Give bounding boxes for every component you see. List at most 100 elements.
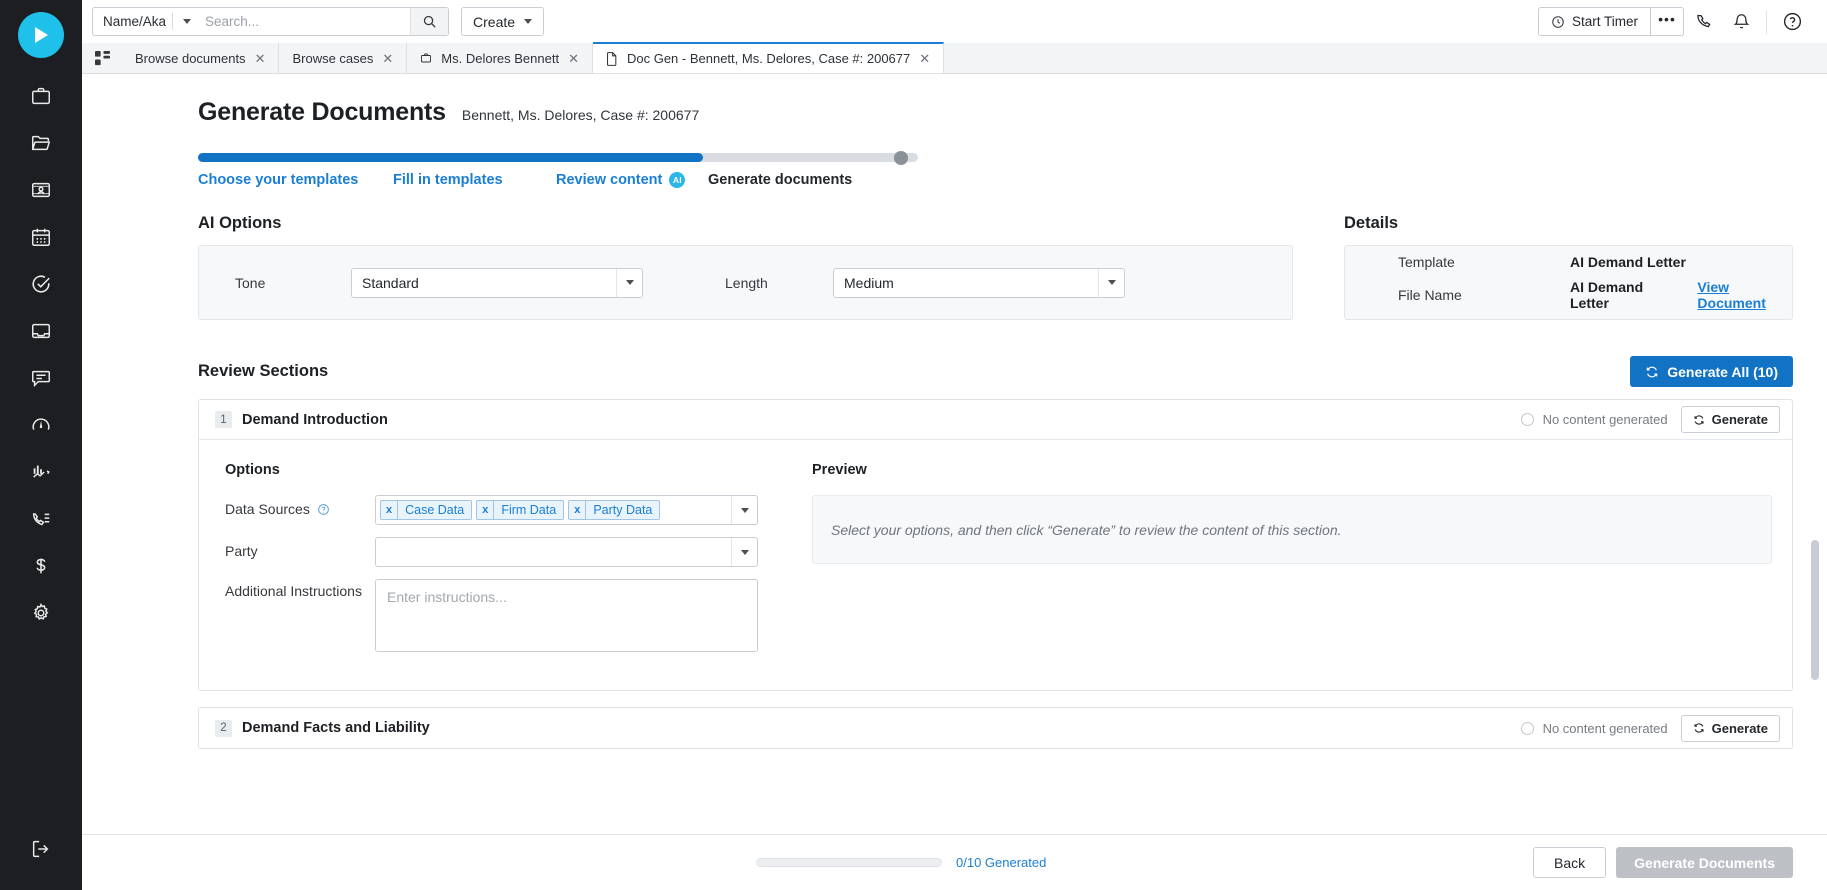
- tab-label: Ms. Delores Bennett: [441, 50, 560, 66]
- bell-icon: [1733, 14, 1749, 29]
- close-icon[interactable]: ✕: [568, 52, 579, 65]
- grid-icon: [94, 50, 110, 65]
- progress-text: 0/10 Generated: [956, 855, 1047, 870]
- details-value-file-name: AI Demand Letter View Document: [1570, 279, 1792, 311]
- data-sources-field[interactable]: x Case Data x Firm Data x Party Data: [375, 495, 758, 525]
- tab-doc-gen[interactable]: Doc Gen - Bennett, Ms. Delores, Case #: …: [592, 42, 945, 73]
- top-toolbar: Name/Aka Create Start Timer •••: [82, 0, 1827, 43]
- sidebar-item-messages[interactable]: [0, 354, 82, 401]
- status-circle-icon: [1520, 413, 1534, 426]
- app-logo[interactable]: [18, 12, 64, 58]
- generate-documents-button: Generate Documents: [1616, 847, 1793, 878]
- phone-icon: [1696, 14, 1711, 28]
- section-card-2-actions: No content generated Generate: [1520, 714, 1780, 742]
- section-preview: Preview Select your options, and then cl…: [785, 462, 1772, 664]
- section-status: No content generated: [1520, 412, 1668, 427]
- tab-delores-bennett[interactable]: Ms. Delores Bennett ✕: [407, 43, 593, 73]
- step-review-content[interactable]: Review content AI: [556, 172, 708, 188]
- notifications-button[interactable]: [1722, 5, 1760, 39]
- step-fill-in-templates[interactable]: Fill in templates: [393, 172, 556, 188]
- start-timer-button[interactable]: Start Timer: [1537, 7, 1651, 36]
- tone-value: Standard: [362, 274, 419, 291]
- search-button[interactable]: [410, 8, 449, 35]
- chip-remove-icon[interactable]: x: [381, 501, 399, 519]
- sidebar-item-dashboard[interactable]: [0, 401, 82, 448]
- sidebar-item-reports[interactable]: [0, 448, 82, 495]
- party-select[interactable]: [375, 537, 758, 567]
- progress-bar: [756, 858, 942, 867]
- chevron-down-icon: [524, 19, 533, 24]
- speedometer-icon: [32, 418, 50, 430]
- chip-remove-icon[interactable]: x: [569, 501, 587, 519]
- section-generate-label: Generate: [1711, 412, 1768, 427]
- tab-browse-cases[interactable]: Browse cases ✕: [279, 43, 408, 73]
- timer-more-label: •••: [1658, 10, 1676, 27]
- left-sidebar: [0, 0, 82, 890]
- section-generate-label: Generate: [1711, 720, 1768, 736]
- section-generate-button[interactable]: Generate: [1680, 714, 1780, 742]
- footer-buttons: Back Generate Documents: [1533, 847, 1793, 878]
- section-options: Options Data Sources x Case Data x Firm …: [225, 462, 785, 664]
- sidebar-item-contacts[interactable]: [0, 166, 82, 213]
- chat-icon: [32, 370, 50, 387]
- data-sources-label: Data Sources: [225, 501, 310, 517]
- section-generate-button[interactable]: Generate: [1680, 406, 1780, 433]
- tab-label: Doc Gen - Bennett, Ms. Delores, Case #: …: [626, 51, 911, 66]
- data-sources-label-wrap: Data Sources: [225, 495, 375, 517]
- play-logo-icon: [35, 27, 48, 43]
- sidebar-item-tasks[interactable]: [0, 260, 82, 307]
- details-block: Details Template AI Demand Letter File N…: [1293, 214, 1793, 320]
- create-button-label: Create: [473, 13, 516, 30]
- create-button[interactable]: Create: [461, 7, 545, 36]
- refresh-icon: [1694, 414, 1704, 425]
- tone-select[interactable]: Standard: [351, 267, 643, 298]
- sidebar-item-matters[interactable]: [0, 72, 82, 119]
- sidebar-item-billing[interactable]: [0, 542, 82, 589]
- help-button[interactable]: [1773, 5, 1811, 39]
- close-icon[interactable]: ✕: [255, 52, 266, 65]
- details-key-file-name: File Name: [1398, 287, 1462, 303]
- chevron-down-icon[interactable]: [731, 538, 757, 566]
- view-document-link[interactable]: View Document: [1697, 279, 1792, 311]
- phone-button[interactable]: [1684, 5, 1722, 39]
- refresh-icon: [1694, 723, 1704, 733]
- sidebar-item-calendar[interactable]: [0, 213, 82, 260]
- preview-placeholder-text: Select your options, and then click “Gen…: [831, 521, 1342, 538]
- tab-label: Browse documents: [135, 50, 246, 66]
- additional-instructions-label: Additional Instructions: [225, 583, 362, 599]
- generate-all-button[interactable]: Generate All (10): [1630, 356, 1793, 387]
- sidebar-item-inbox[interactable]: [0, 307, 82, 354]
- back-button[interactable]: Back: [1533, 847, 1607, 878]
- additional-instructions-input[interactable]: [375, 579, 758, 652]
- tab-grid-button[interactable]: [82, 43, 122, 73]
- search-category-dropdown[interactable]: Name/Aka: [93, 8, 197, 35]
- section-status: No content generated: [1520, 721, 1668, 736]
- chip-firm-data[interactable]: x Firm Data: [476, 500, 565, 520]
- sidebar-item-logout[interactable]: [0, 825, 82, 872]
- sidebar-item-documents[interactable]: [0, 119, 82, 166]
- vertical-scrollbar[interactable]: [1811, 540, 1819, 834]
- chip-party-data[interactable]: x Party Data: [568, 500, 661, 520]
- search-input[interactable]: [197, 8, 411, 35]
- step-generate-documents: Generate documents: [708, 172, 853, 188]
- sidebar-nav: [0, 72, 82, 825]
- options-details-row: AI Options Tone Standard Length Medium D…: [82, 214, 1827, 320]
- sidebar-item-settings[interactable]: [0, 589, 82, 636]
- length-label: Length: [725, 274, 768, 291]
- step-choose-templates[interactable]: Choose your templates: [198, 172, 393, 188]
- length-field: Length Medium: [725, 267, 1125, 298]
- chip-case-data[interactable]: x Case Data: [380, 500, 473, 520]
- close-icon[interactable]: ✕: [919, 52, 930, 65]
- timer-more-button[interactable]: •••: [1651, 7, 1684, 36]
- chevron-down-icon[interactable]: [731, 496, 757, 524]
- details-key-template: Template: [1398, 254, 1455, 270]
- scrollbar-thumb[interactable]: [1811, 540, 1819, 680]
- stepper-track: [198, 151, 918, 165]
- close-icon[interactable]: ✕: [382, 52, 393, 65]
- sidebar-item-calls[interactable]: [0, 495, 82, 542]
- tab-browse-documents[interactable]: Browse documents ✕: [122, 43, 280, 73]
- chip-remove-icon[interactable]: x: [477, 501, 495, 519]
- toolbar-divider: [1766, 9, 1767, 34]
- length-select[interactable]: Medium: [833, 267, 1125, 298]
- status-circle-icon: [1520, 721, 1534, 735]
